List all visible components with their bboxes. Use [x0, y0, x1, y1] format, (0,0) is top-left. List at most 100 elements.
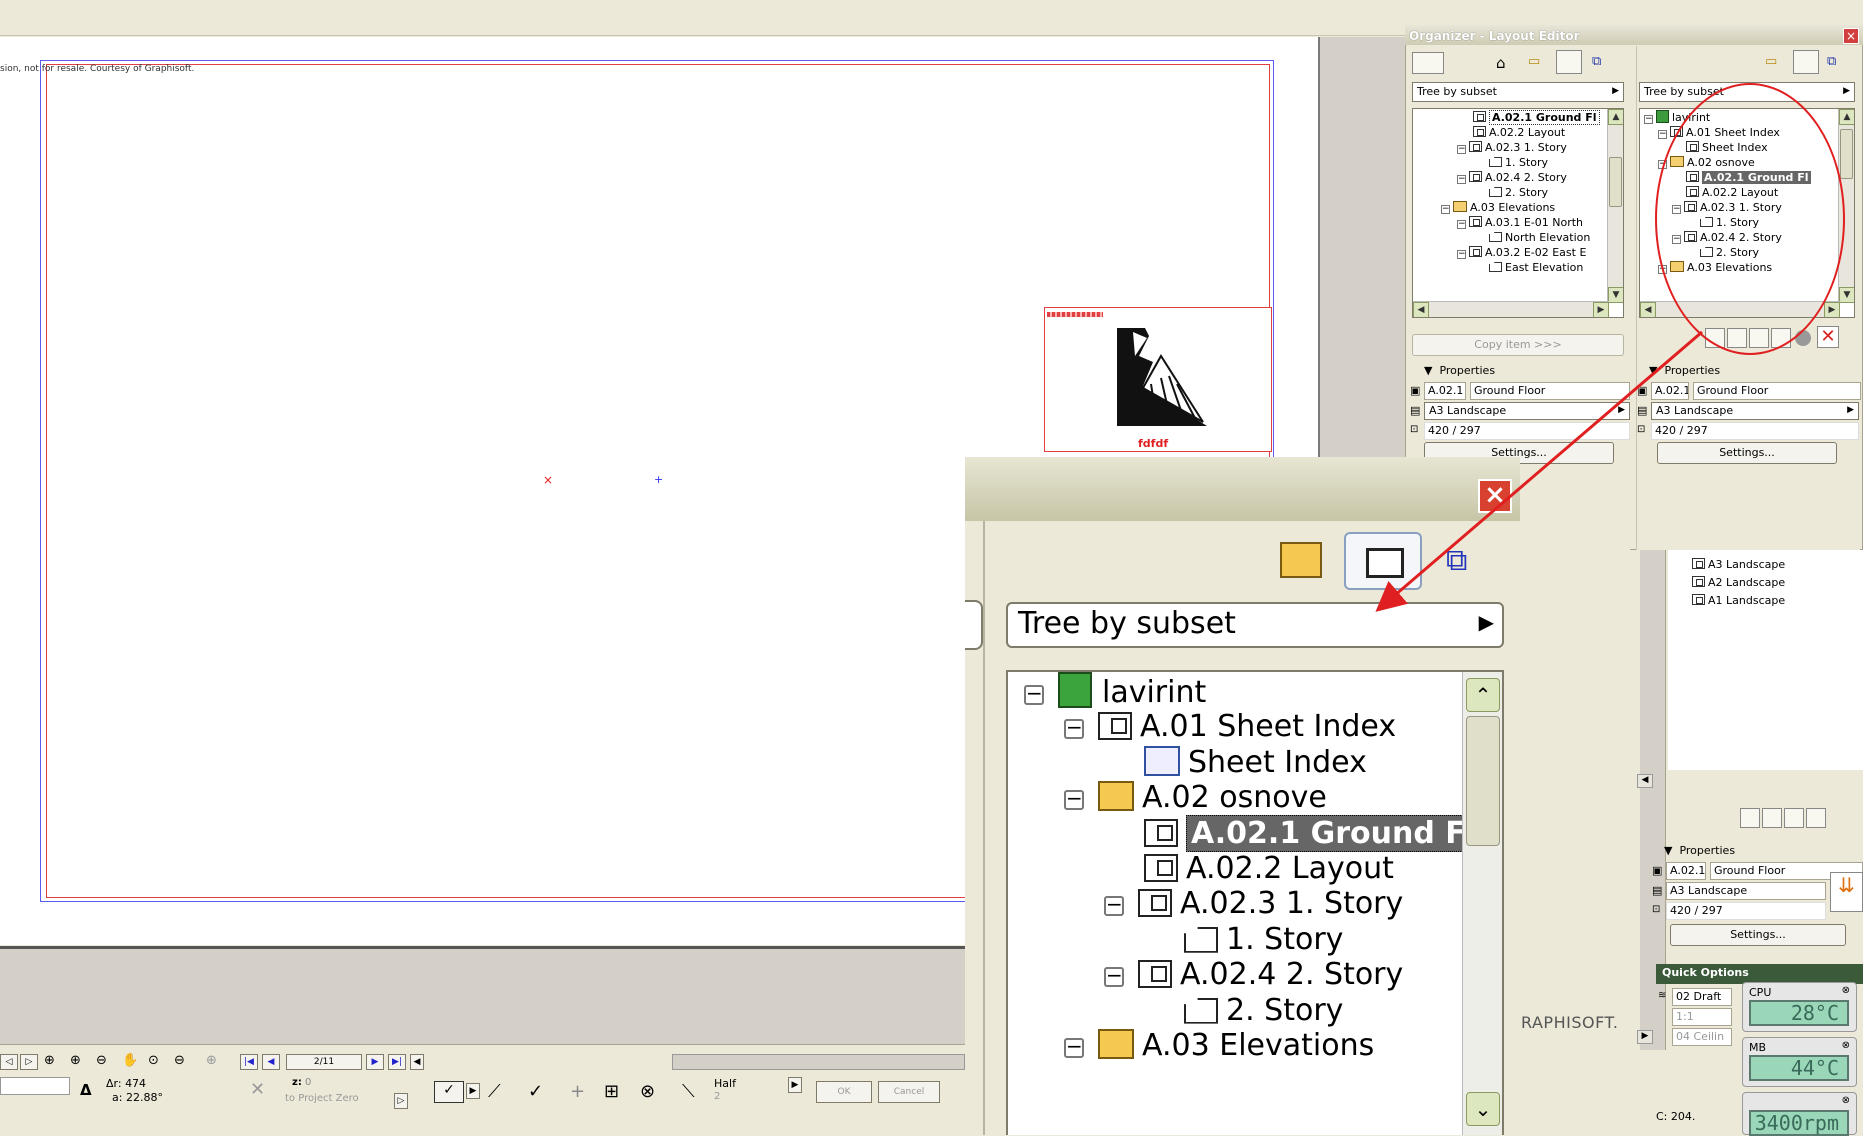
delete-icon[interactable]: ✕	[1817, 326, 1839, 348]
pan-hand-icon[interactable]: ✋	[122, 1053, 138, 1068]
home-icon[interactable]: ⌂	[1496, 54, 1506, 72]
collapse-toggle-icon[interactable]: −	[1441, 205, 1450, 214]
close-icon[interactable]: ×	[1478, 479, 1512, 513]
tree-item[interactable]: A.02.2 Layout	[1144, 849, 1394, 889]
zoom-tree-dropdown[interactable]: Tree by subset ▶	[1006, 602, 1504, 648]
tree-item[interactable]: A.02.1 Ground Fl	[1144, 814, 1482, 854]
collapse-toggle-icon[interactable]: −	[1457, 220, 1466, 229]
next-zoom-icon[interactable]: ⊕	[206, 1053, 217, 1068]
magic-wand-icon[interactable]: ✓	[434, 1081, 464, 1103]
collapse-toggle-icon[interactable]: −	[1457, 145, 1466, 154]
collapse-toggle-icon[interactable]: −	[1457, 175, 1466, 184]
page-counter[interactable]: 2/11	[286, 1054, 362, 1070]
quick-scale-combo[interactable]: 1:1	[1672, 1008, 1732, 1026]
widget-close-icon[interactable]: ⊗	[1842, 1095, 1850, 1106]
nav-settings-button[interactable]: Settings...	[1670, 924, 1846, 946]
scroll-left-icon[interactable]: ◀	[1640, 302, 1656, 317]
quick-options-header[interactable]: Quick Options	[1656, 964, 1863, 984]
tree-item[interactable]: − A.01 Sheet Index	[1064, 707, 1396, 747]
layout-book-button[interactable]	[1344, 532, 1422, 590]
scroll-up-icon[interactable]: ▲	[1608, 109, 1623, 125]
last-page-icon[interactable]: ▶|	[388, 1054, 406, 1070]
ok-button[interactable]: OK	[816, 1081, 872, 1103]
scroll-up-icon[interactable]: ▲	[1839, 109, 1854, 125]
layout-name-field[interactable]: Ground Floor	[1470, 382, 1630, 400]
nav-folder-icon[interactable]	[1806, 808, 1826, 828]
tool-arrow-icon[interactable]: ▶	[466, 1083, 480, 1099]
layout-book-icon[interactable]	[1556, 50, 1582, 74]
prev-icon[interactable]: ◁	[0, 1054, 18, 1070]
nav-master-dropdown[interactable]: A3 Landscape	[1666, 882, 1826, 900]
masters-icon[interactable]: ⧉	[1592, 54, 1601, 69]
scroll-right-icon[interactable]: ▶	[1593, 302, 1609, 317]
tree-view-dropdown[interactable]: Tree by subset ▶	[1412, 82, 1624, 102]
scroll-up-icon[interactable]: ⌃	[1466, 678, 1500, 712]
nav-master-icon[interactable]	[1784, 808, 1804, 828]
tree-left[interactable]: A.02.1 Ground Fl A.02.2 Layout − A.02.3 1. …	[1412, 108, 1624, 318]
zoom-out-icon[interactable]: ⊖	[96, 1053, 107, 1068]
measure-tool-icon[interactable]: ⟍	[682, 1081, 695, 1102]
tree-left-hscroll[interactable]: ◀ ▶	[1413, 301, 1609, 317]
scroll-down-icon[interactable]: ⌄	[1466, 1092, 1500, 1126]
zoom-tree[interactable]: − lavirint − A.01 Sheet Index Sheet Index − A.…	[1006, 670, 1504, 1135]
nav-layout-icon[interactable]	[1740, 808, 1760, 828]
scroll-down-icon[interactable]: ▼	[1839, 287, 1854, 303]
layout-id-field[interactable]: A.02.1	[1424, 382, 1466, 400]
scroll-right-icon[interactable]: ▶	[1824, 302, 1840, 317]
widget-close-icon[interactable]: ⊗	[1842, 1040, 1850, 1051]
properties-header-right[interactable]: ▼ Properties	[1649, 364, 1720, 377]
fit-window-icon[interactable]: ⊙	[148, 1053, 159, 1068]
zoom-vscroll[interactable]: ⌃ ⌄	[1462, 672, 1502, 1135]
tree-item[interactable]: − A.02.4 2. Story	[1104, 955, 1403, 995]
first-page-icon[interactable]: |◀	[240, 1054, 258, 1070]
tree-item[interactable]: − A.03 Elevations	[1064, 1026, 1374, 1066]
expand-arrow-icon[interactable]: ▶	[788, 1077, 802, 1093]
coordinate-field[interactable]	[0, 1077, 70, 1095]
collapse-toggle-icon[interactable]: −	[1457, 250, 1466, 259]
check-tool-icon[interactable]: ✓	[528, 1081, 543, 1102]
layout-name-field-right[interactable]: Ground Floor	[1693, 382, 1861, 400]
scroll-left-icon[interactable]: ◀	[1413, 302, 1429, 317]
scroll-down-icon[interactable]: ▼	[1608, 287, 1623, 303]
title-block[interactable]	[1044, 307, 1272, 452]
tree-item[interactable]: − A.02 osnove	[1064, 778, 1327, 818]
line-tool-icon[interactable]: ⟋	[488, 1081, 501, 1102]
folder-icon[interactable]: ▭	[1765, 54, 1777, 69]
master-item[interactable]: A2 Landscape	[1692, 574, 1785, 592]
tree-item[interactable]: − lavirint	[1024, 672, 1206, 712]
nav-subset-icon[interactable]	[1762, 808, 1782, 828]
cancel-button[interactable]: Cancel	[878, 1081, 940, 1103]
tree-item[interactable]: East Elevation	[1489, 259, 1583, 277]
collapse-toggle-icon[interactable]: −	[1104, 894, 1124, 917]
scroll-thumb[interactable]	[1466, 716, 1500, 846]
layout-book-icon[interactable]	[1793, 50, 1819, 74]
properties-header[interactable]: ▼ Properties	[1424, 364, 1495, 377]
tree-item[interactable]: Sheet Index	[1144, 743, 1367, 783]
collapse-toggle-icon[interactable]: −	[1644, 115, 1653, 124]
scroll-left-icon[interactable]: ◀	[1637, 774, 1653, 788]
scroll-right-icon[interactable]: ▶	[1637, 1030, 1653, 1044]
close-icon[interactable]: ×	[1843, 28, 1859, 44]
horizontal-scrollbar[interactable]	[672, 1054, 965, 1070]
collapse-toggle-icon[interactable]: −	[1064, 1036, 1084, 1058]
prev-page-icon[interactable]: ◀	[262, 1054, 280, 1070]
masters-icon[interactable]: ⧉	[1446, 546, 1480, 580]
tree-item[interactable]: 1. Story	[1184, 920, 1343, 960]
nav-properties-header[interactable]: ▼ Properties	[1664, 844, 1735, 857]
layout-id-field-right[interactable]: A.02.1	[1651, 382, 1689, 400]
send-menu-icon[interactable]	[1412, 52, 1444, 74]
collapse-toggle-icon[interactable]: −	[1064, 788, 1084, 811]
collapse-toggle-icon[interactable]: −	[1104, 965, 1124, 988]
zoom-in-icon[interactable]: ⊕	[44, 1053, 55, 1068]
master-item[interactable]: A1 Landscape	[1692, 592, 1785, 610]
grid-tool-icon[interactable]: ⊞	[604, 1081, 619, 1102]
master-dropdown-right[interactable]: A3 Landscape ▶	[1651, 402, 1859, 420]
quick-layer-combo[interactable]: 02 Draft	[1672, 988, 1732, 1006]
collapse-arrows-icon[interactable]: ⇊	[1830, 872, 1863, 912]
collapse-toggle-icon[interactable]: −	[1064, 717, 1084, 740]
folder-icon[interactable]: ▭	[1528, 54, 1540, 69]
nav-id-field[interactable]: A.02.1	[1666, 862, 1706, 880]
next-page-icon[interactable]: ▶	[366, 1054, 384, 1070]
z-ref-arrow-icon[interactable]: ▷	[394, 1093, 408, 1109]
scroll-left-icon[interactable]: ◀	[410, 1054, 424, 1070]
